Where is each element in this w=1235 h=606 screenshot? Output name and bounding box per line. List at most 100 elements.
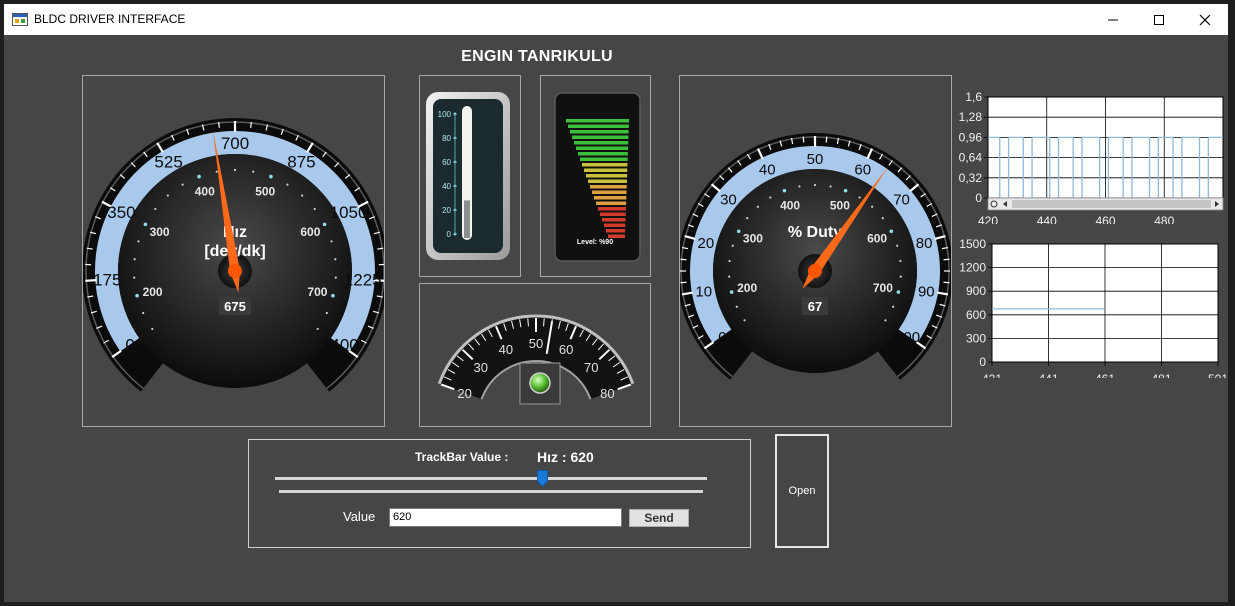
level-bar (572, 135, 629, 139)
level-bar (578, 152, 628, 156)
x-tick-label: 501 (1208, 372, 1228, 378)
inner-tick (743, 319, 746, 322)
level-bar (604, 223, 626, 227)
inner-tick (731, 244, 734, 247)
duty-signal-chart: 1,6 1,28 0,96 0,64 0,32 0 420 440 460 480 (959, 90, 1224, 224)
scrollbar-thumb[interactable] (1012, 200, 1211, 208)
send-button[interactable]: Send (629, 509, 689, 527)
level-meter-panel: Level: %90 (540, 75, 651, 277)
small-gauge: 2030 40 50 60 7080 (437, 314, 635, 405)
y-tick-label: 0,64 (959, 151, 983, 165)
inner-tick-label: 200 (143, 285, 163, 299)
y-tick-label: 0 (979, 355, 986, 369)
inner-tick (889, 229, 894, 234)
inner-tick (896, 244, 899, 247)
close-button[interactable] (1182, 4, 1228, 35)
outer-tick-label: 1400 (321, 335, 359, 354)
minimize-button[interactable] (1090, 4, 1136, 35)
outer-tick-label: 20 (698, 235, 715, 252)
duty-needle-pivot (808, 264, 822, 278)
duty-gauge: 0 10 20 30 40 50 60 70 80 90 100 200 300 400 500 600 700… (677, 133, 953, 380)
inner-tick (233, 168, 237, 172)
inner-tick (858, 196, 861, 199)
y-tick-label: 1500 (959, 237, 986, 251)
inner-tick (325, 311, 328, 315)
inner-tick (871, 205, 874, 208)
outer-tick-label: 60 (854, 162, 871, 179)
inner-tick (301, 194, 304, 197)
small-tick-label: 80 (600, 386, 614, 401)
level-bar (582, 163, 628, 167)
open-button[interactable]: Open (775, 434, 829, 548)
inner-tick (334, 258, 337, 261)
thermometer-gauge: 100 80 60 40 20 0 (426, 92, 510, 260)
thermo-tick-label: 80 (442, 134, 451, 143)
outer-tick (943, 258, 950, 261)
slider-tick-line (279, 490, 703, 493)
outer-tick (680, 281, 687, 284)
outer-tick (943, 281, 950, 284)
speed-needle-pivot (228, 264, 242, 278)
inner-tick (756, 205, 759, 208)
inner-tick (137, 240, 140, 243)
inner-tick (215, 170, 218, 173)
small-tick-label: 50 (529, 336, 543, 351)
inner-tick (843, 188, 848, 193)
outer-tick-label: 700 (221, 134, 249, 153)
slider-thumb[interactable] (537, 470, 549, 487)
trackbar-value-text: Hız : 620 (537, 449, 594, 465)
inner-tick (881, 217, 884, 220)
inner-tick-label: 700 (307, 285, 327, 299)
y-tick-label: 0,32 (959, 171, 983, 185)
small-gauge-panel: 20 30 40 50 60 70 80 (419, 283, 651, 427)
inner-tick (884, 319, 887, 322)
maximize-button[interactable] (1136, 4, 1182, 35)
inner-tick (322, 222, 327, 227)
x-tick-label: 461 (1095, 372, 1115, 378)
level-bar (588, 179, 627, 183)
speed-slider[interactable] (275, 477, 707, 480)
outer-tick-label: 175 (93, 270, 121, 289)
inner-tick-label: 500 (830, 199, 850, 213)
y-tick-label: 300 (966, 331, 986, 345)
outer-tick-label: 90 (918, 284, 935, 301)
inner-tick-label: 700 (873, 281, 893, 295)
y-tick-label: 900 (966, 284, 986, 298)
inner-tick (769, 196, 772, 199)
level-bar (600, 212, 626, 216)
level-bar (602, 218, 626, 222)
level-bar (570, 130, 629, 134)
y-tick-label: 0 (975, 191, 982, 205)
outer-tick-label: 1050 (330, 203, 368, 222)
outer-tick-label: 525 (154, 153, 182, 172)
inner-tick-label: 300 (743, 232, 763, 246)
outer-tick-label: 80 (916, 235, 933, 252)
inner-tick (143, 222, 148, 227)
level-bar (568, 124, 629, 128)
inner-tick (252, 170, 255, 173)
close-icon (1199, 14, 1211, 25)
value-input[interactable]: 620 (389, 508, 622, 527)
inner-tick-label: 400 (780, 199, 800, 213)
small-tick-label: 60 (559, 342, 573, 357)
value-label: Value (343, 509, 376, 524)
inner-tick (133, 276, 136, 279)
level-bar (586, 174, 628, 178)
outer-tick-label: 1225 (344, 270, 382, 289)
inner-tick (813, 183, 817, 187)
inner-tick (166, 194, 169, 197)
outer-tick-label: 100 (895, 329, 920, 346)
small-tick-label: 70 (584, 360, 598, 375)
level-bar (608, 234, 625, 238)
inner-tick (896, 290, 901, 294)
inner-tick (331, 293, 335, 298)
small-tick-label: 40 (499, 342, 513, 357)
inner-tick (798, 185, 801, 188)
inner-tick (736, 229, 741, 234)
inner-tick (135, 293, 139, 298)
outer-tick-label: 0 (718, 329, 726, 346)
outer-tick (680, 258, 687, 261)
level-bar (576, 146, 629, 150)
inner-tick (746, 217, 749, 220)
inner-tick (782, 188, 787, 193)
